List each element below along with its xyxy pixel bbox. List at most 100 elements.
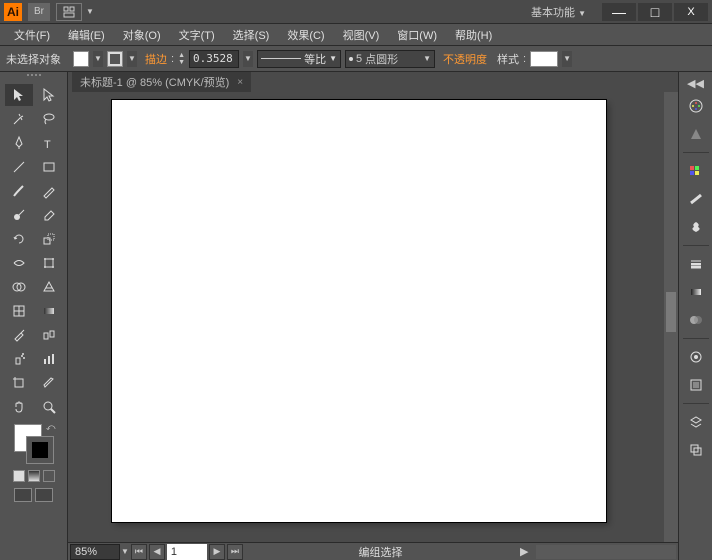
type-tool[interactable]: T xyxy=(35,132,63,154)
fill-dropdown[interactable]: ▼ xyxy=(93,51,103,67)
swatches-panel-icon[interactable] xyxy=(683,159,709,183)
prev-page-button[interactable]: ◀ xyxy=(149,544,165,560)
menu-help[interactable]: 帮助(H) xyxy=(447,25,500,45)
lasso-tool[interactable] xyxy=(35,108,63,130)
color-mode-button[interactable] xyxy=(13,470,25,482)
artboards-panel-icon[interactable] xyxy=(683,438,709,462)
selection-tool[interactable] xyxy=(5,84,33,106)
brush-tool[interactable] xyxy=(5,180,33,202)
full-screen-button[interactable] xyxy=(35,488,53,502)
symbols-panel-icon[interactable] xyxy=(683,215,709,239)
document-area: 未标题-1 @ 85% (CMYK/预览) × 85% ▼ ⏮ ◀ 1 ▶ ⏭ … xyxy=(68,72,678,560)
close-button[interactable]: X xyxy=(674,3,708,21)
right-panel-dock: ◀◀ xyxy=(678,72,712,560)
menu-view[interactable]: 视图(V) xyxy=(335,25,388,45)
gradient-panel-icon[interactable] xyxy=(683,280,709,304)
pen-tool[interactable] xyxy=(5,132,33,154)
gradient-mode-button[interactable] xyxy=(28,470,40,482)
panel-grip[interactable] xyxy=(4,74,64,82)
line-tool[interactable] xyxy=(5,156,33,178)
blob-brush-tool[interactable] xyxy=(5,204,33,226)
blend-tool[interactable] xyxy=(35,324,63,346)
perspective-tool[interactable] xyxy=(35,276,63,298)
collapse-panels-icon[interactable]: ◀◀ xyxy=(689,76,703,90)
zoom-tool[interactable] xyxy=(35,396,63,418)
zoom-input[interactable]: 85% xyxy=(70,544,120,560)
menu-file[interactable]: 文件(F) xyxy=(6,25,58,45)
stroke-label[interactable]: 描边 xyxy=(145,51,167,67)
stroke-down-icon[interactable]: ▼ xyxy=(178,59,185,66)
mesh-tool[interactable] xyxy=(5,300,33,322)
stroke-swatch[interactable] xyxy=(107,51,123,67)
brush-dropdown[interactable]: 5 点圆形 ▼ xyxy=(345,50,435,68)
workspace-switcher[interactable]: 基本功能 ▼ xyxy=(517,4,600,20)
status-bar: 85% ▼ ⏮ ◀ 1 ▶ ⏭ 编组选择 ▶ xyxy=(68,542,678,560)
menu-type[interactable]: 文字(T) xyxy=(171,25,223,45)
minimize-button[interactable]: — xyxy=(602,3,636,21)
profile-dropdown[interactable]: 等比 ▼ xyxy=(257,50,341,68)
artboard[interactable] xyxy=(112,100,606,522)
status-menu-icon[interactable]: ▶ xyxy=(520,545,534,558)
scrollbar-thumb[interactable] xyxy=(666,292,676,332)
selection-label: 未选择对象 xyxy=(6,51,61,67)
zoom-dropdown-icon[interactable]: ▼ xyxy=(121,547,129,556)
arrange-documents-button[interactable] xyxy=(56,3,82,21)
dropdown-icon[interactable]: ▼ xyxy=(86,7,94,16)
eraser-tool[interactable] xyxy=(35,204,63,226)
menu-window[interactable]: 窗口(W) xyxy=(389,25,445,45)
stroke-dropdown[interactable]: ▼ xyxy=(127,51,137,67)
magic-wand-tool[interactable] xyxy=(5,108,33,130)
free-transform-tool[interactable] xyxy=(35,252,63,274)
next-page-button[interactable]: ▶ xyxy=(209,544,225,560)
tools-panel: T ⤺ xyxy=(0,72,68,560)
shape-builder-tool[interactable] xyxy=(5,276,33,298)
horizontal-scrollbar[interactable] xyxy=(536,545,676,559)
transparency-panel-icon[interactable] xyxy=(683,308,709,332)
stroke-color[interactable] xyxy=(26,436,54,464)
brushes-panel-icon[interactable] xyxy=(683,187,709,211)
stroke-panel-icon[interactable] xyxy=(683,252,709,276)
stroke-weight-dropdown[interactable]: ▼ xyxy=(243,51,253,67)
style-dropdown[interactable]: ▼ xyxy=(562,51,572,67)
eyedropper-tool[interactable] xyxy=(5,324,33,346)
first-page-button[interactable]: ⏮ xyxy=(131,544,147,560)
stroke-up-icon[interactable]: ▲ xyxy=(178,52,185,59)
swap-colors-icon[interactable]: ⤺ xyxy=(46,422,56,433)
stroke-weight-input[interactable] xyxy=(189,50,239,68)
appearance-panel-icon[interactable] xyxy=(683,345,709,369)
rectangle-tool[interactable] xyxy=(35,156,63,178)
normal-screen-button[interactable] xyxy=(14,488,32,502)
menu-object[interactable]: 对象(O) xyxy=(115,25,169,45)
width-tool[interactable] xyxy=(5,252,33,274)
style-swatch[interactable] xyxy=(530,51,558,67)
graphic-styles-panel-icon[interactable] xyxy=(683,373,709,397)
menu-edit[interactable]: 编辑(E) xyxy=(60,25,113,45)
hand-tool[interactable] xyxy=(5,396,33,418)
graph-tool[interactable] xyxy=(35,348,63,370)
scale-tool[interactable] xyxy=(35,228,63,250)
layers-panel-icon[interactable] xyxy=(683,410,709,434)
symbol-spray-tool[interactable] xyxy=(5,348,33,370)
svg-text:T: T xyxy=(44,139,51,151)
rotate-tool[interactable] xyxy=(5,228,33,250)
color-panel-icon[interactable] xyxy=(683,94,709,118)
bridge-button[interactable]: Br xyxy=(28,3,50,21)
tab-close-icon[interactable]: × xyxy=(237,77,243,88)
pencil-tool[interactable] xyxy=(35,180,63,202)
artboard-tool[interactable] xyxy=(5,372,33,394)
opacity-label[interactable]: 不透明度 xyxy=(443,51,487,67)
menu-effect[interactable]: 效果(C) xyxy=(279,25,332,45)
document-tab[interactable]: 未标题-1 @ 85% (CMYK/预览) × xyxy=(72,72,251,92)
fill-swatch[interactable] xyxy=(73,51,89,67)
page-input[interactable]: 1 xyxy=(167,544,207,560)
color-swatches[interactable]: ⤺ xyxy=(14,424,54,464)
color-guide-panel-icon[interactable] xyxy=(683,122,709,146)
maximize-button[interactable]: □ xyxy=(638,3,672,21)
gradient-tool[interactable] xyxy=(35,300,63,322)
slice-tool[interactable] xyxy=(35,372,63,394)
none-mode-button[interactable] xyxy=(43,470,55,482)
menu-select[interactable]: 选择(S) xyxy=(225,25,278,45)
direct-selection-tool[interactable] xyxy=(35,84,63,106)
vertical-scrollbar[interactable] xyxy=(664,92,678,542)
last-page-button[interactable]: ⏭ xyxy=(227,544,243,560)
